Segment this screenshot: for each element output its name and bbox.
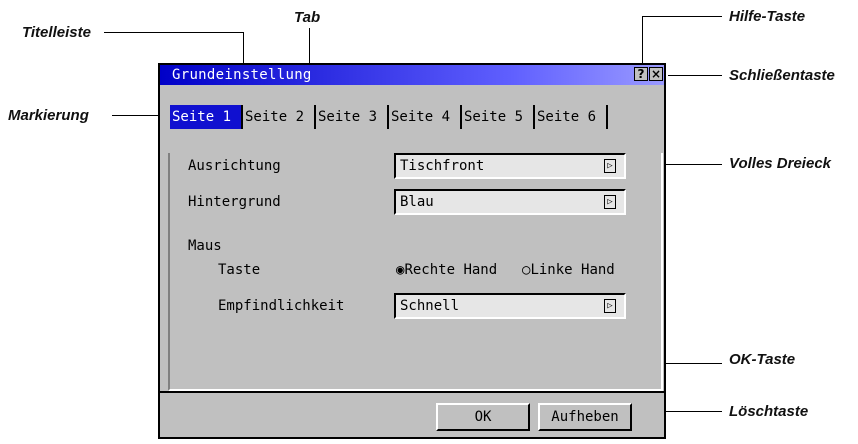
ok-button[interactable]: OK xyxy=(436,403,530,431)
close-button[interactable]: × xyxy=(649,67,663,81)
triangle-arrow-icon[interactable]: ▷ xyxy=(604,159,616,173)
radio-rechte-hand[interactable]: ◉Rechte Hand xyxy=(396,261,497,279)
leader-titelleiste-h xyxy=(104,32,243,33)
callout-schliessentaste: Schließentaste xyxy=(729,67,835,84)
empfindlichkeit-label: Empfindlichkeit xyxy=(218,298,345,314)
leader-schliessen xyxy=(668,75,722,76)
callout-markierung: Markierung xyxy=(8,107,89,124)
radio-linke-hand-label: Linke Hand xyxy=(530,262,615,278)
settings-panel: Ausrichtung Tischfront ▷ Hintergrund Bla… xyxy=(168,153,663,391)
callout-titelleiste: Titelleiste xyxy=(22,24,91,41)
tab-seite-5[interactable]: Seite 5 xyxy=(462,105,535,129)
help-button[interactable]: ? xyxy=(634,67,648,81)
hintergrund-value: Blau xyxy=(400,194,434,210)
triangle-arrow-icon[interactable]: ▷ xyxy=(604,299,616,313)
callout-loeschtaste: Löschtaste xyxy=(729,403,809,420)
leader-hilfe-v xyxy=(642,16,643,68)
window-title: Grundeinstellung xyxy=(172,67,312,83)
title-bar[interactable]: Grundeinstellung ? × xyxy=(160,65,664,85)
dialog-window: Grundeinstellung ? × Seite 1 Seite 2 Sei… xyxy=(158,63,666,439)
radio-linke-hand[interactable]: ○Linke Hand xyxy=(522,261,615,279)
ausrichtung-select[interactable]: Tischfront ▷ xyxy=(394,153,626,179)
ausrichtung-label: Ausrichtung xyxy=(188,158,281,174)
hintergrund-select[interactable]: Blau ▷ xyxy=(394,189,626,215)
tab-seite-6[interactable]: Seite 6 xyxy=(535,105,608,129)
callout-hilfe-taste: Hilfe-Taste xyxy=(729,8,806,25)
tab-seite-4[interactable]: Seite 4 xyxy=(389,105,462,129)
tab-seite-3[interactable]: Seite 3 xyxy=(316,105,389,129)
hintergrund-label: Hintergrund xyxy=(188,194,281,210)
empfindlichkeit-select[interactable]: Schnell ▷ xyxy=(394,293,626,319)
leader-hilfe-h xyxy=(642,16,722,17)
maus-label: Maus xyxy=(188,238,222,254)
empfindlichkeit-value: Schnell xyxy=(400,298,460,314)
callout-volles-dreieck: Volles Dreieck xyxy=(729,155,832,172)
ausrichtung-value: Tischfront xyxy=(400,158,485,174)
radio-rechte-hand-label: Rechte Hand xyxy=(404,262,498,278)
callout-tab: Tab xyxy=(294,9,321,26)
taste-label: Taste xyxy=(218,262,261,278)
callout-ok-taste: OK-Taste xyxy=(729,351,796,368)
tab-seite-2[interactable]: Seite 2 xyxy=(243,105,316,129)
triangle-arrow-icon[interactable]: ▷ xyxy=(604,195,616,209)
tab-seite-1[interactable]: Seite 1 xyxy=(170,105,243,129)
aufheben-button[interactable]: Aufheben xyxy=(538,403,632,431)
bottom-separator xyxy=(160,391,664,393)
